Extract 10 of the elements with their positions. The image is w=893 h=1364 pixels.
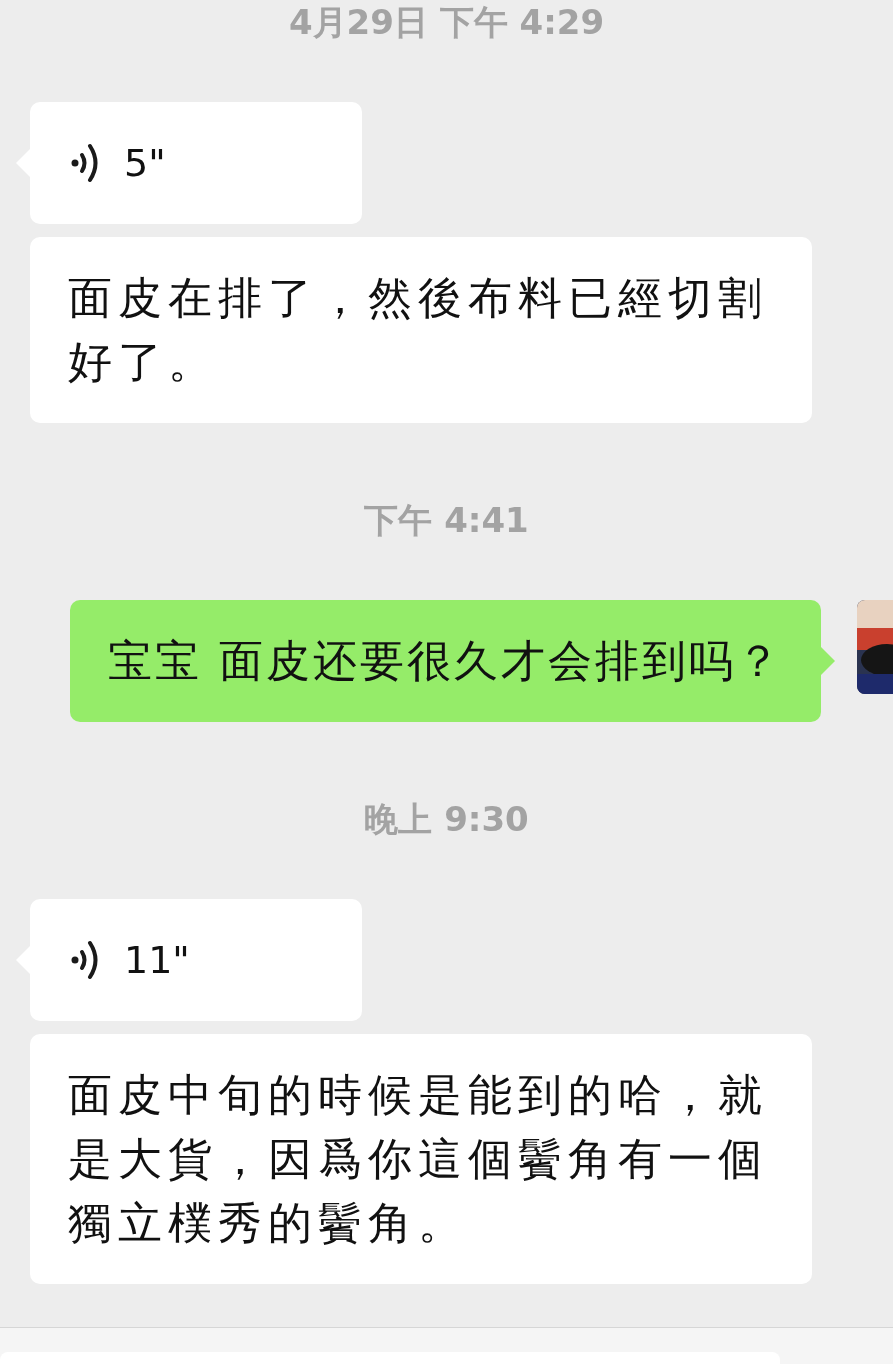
message-bubble: 面皮在排了，然後布料已經切割好了。 <box>30 237 812 423</box>
timestamp: 下午 4:41 <box>364 499 529 542</box>
timestamp: 4月29日 下午 4:29 <box>288 1 605 44</box>
voice-message[interactable]: 5" <box>30 102 362 224</box>
voice-duration: 11" <box>124 938 190 982</box>
voice-message[interactable]: 11" <box>30 899 362 1021</box>
message-bubble: 宝宝 面皮还要很久才会排到吗？ <box>70 600 821 722</box>
message-bubble: 面皮中旬的時候是能到的哈，就是大貨，因爲你這個鬢角有一個獨立樸秀的鬢角。 <box>30 1034 812 1284</box>
voice-duration: 5" <box>124 141 166 185</box>
timestamp: 晚上 9:30 <box>364 798 529 841</box>
